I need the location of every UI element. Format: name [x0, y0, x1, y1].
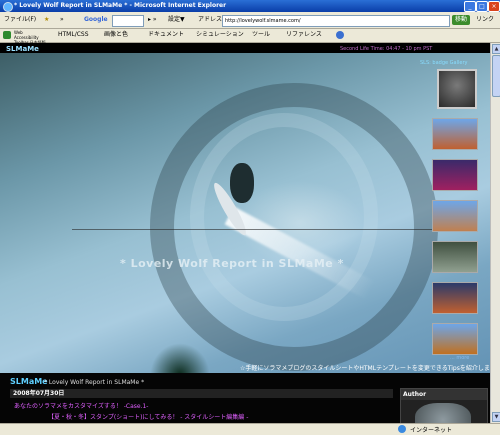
gallery-thumb-3[interactable]: [432, 159, 478, 191]
notice-text: ☆手軽にソラマメブログのスタイルシートやHTMLテンプレートを変更できるTips…: [240, 365, 490, 372]
file-menu[interactable]: ファイル(F): [4, 15, 36, 25]
entry-sub-link[interactable]: 【夏・秋・冬】スタンプ(ショート)にしてみる！ - スタイルシート編集編 -: [48, 412, 248, 421]
toolbar-item-simulation[interactable]: シミュレーション: [196, 30, 244, 40]
web-page: SLMaMe Second Life Time: 04:47 - 10 pm P…: [0, 43, 490, 423]
gallery-more-link[interactable]: ... more: [450, 355, 469, 361]
status-bar: インターネット: [0, 423, 500, 435]
entry-date: 2008年07月30日: [10, 389, 393, 398]
sl-time: Second Life Time: 04:47 - 10 pm PST: [340, 46, 433, 52]
toolbar-row-1: ファイル(F) ★ » Google ▸ » 設定▼ アドレス(D) http:…: [0, 12, 500, 29]
gallery-thumb-4[interactable]: [432, 200, 478, 232]
gallery-thumb-1[interactable]: [437, 69, 477, 109]
entry-title-link[interactable]: あなたのソラマメをカスタマイズする！ -Case.1-: [14, 401, 148, 410]
google-logo: Google: [84, 16, 108, 23]
toolbar-item-html-css[interactable]: HTML/CSS: [58, 30, 89, 40]
surfer-figure: [230, 163, 254, 203]
title-bar: * Lovely Wolf Report in SLMaMe * - Micro…: [0, 0, 500, 12]
scroll-thumb[interactable]: [492, 55, 500, 97]
minimize-button[interactable]: _: [464, 1, 476, 12]
hero-image: * Lovely Wolf Report in SLMaMe *: [0, 53, 490, 393]
star-icon[interactable]: ★: [44, 15, 49, 25]
go-button[interactable]: 移動: [452, 15, 471, 25]
globe-icon: [398, 425, 406, 433]
toolbar-chevron[interactable]: »: [60, 15, 64, 25]
links-label[interactable]: リンク: [476, 15, 494, 25]
author-heading: Author: [401, 389, 487, 400]
gallery-thumb-7[interactable]: [432, 323, 478, 355]
toolbar-item-reference[interactable]: リファレンス: [286, 30, 322, 40]
ie-small-icon[interactable]: [336, 31, 344, 39]
address-bar[interactable]: http://lovelywolf.slmame.com/: [222, 15, 450, 27]
toolbar-item-document[interactable]: ドキュメント: [148, 30, 184, 40]
toolbar-item-image-color[interactable]: 画像と色: [104, 30, 128, 40]
gallery-thumb-6[interactable]: [432, 282, 478, 314]
blog-subtitle: * Lovely Wolf Report in SLMaMe *: [44, 379, 145, 386]
author-avatar: [415, 403, 471, 423]
accessibility-icon: [3, 31, 11, 39]
gallery-thumb-5[interactable]: [432, 241, 478, 273]
address-url: http://lovelywolf.slmame.com/: [225, 18, 301, 24]
ie-icon: [3, 2, 13, 12]
author-box: Author: [400, 388, 488, 423]
vertical-scrollbar[interactable]: ▲ ▼: [490, 43, 500, 423]
gallery-title[interactable]: SLS: badge Gallery: [420, 60, 467, 66]
close-button[interactable]: ×: [488, 1, 500, 12]
scroll-up-arrow-icon[interactable]: ▲: [492, 44, 500, 54]
gallery-thumb-2[interactable]: [432, 118, 478, 150]
window-title: * Lovely Wolf Report in SLMaMe * - Micro…: [14, 2, 227, 9]
browser-window: * Lovely Wolf Report in SLMaMe * - Micro…: [0, 0, 500, 435]
blog-body: SLMaMe * Lovely Wolf Report in SLMaMe * …: [0, 373, 490, 423]
security-zone: インターネット: [410, 427, 453, 434]
gallery-thumbnails: [432, 69, 478, 364]
toolbar-item-tools[interactable]: ツール: [252, 30, 270, 40]
settings-menu[interactable]: 設定▼: [168, 15, 185, 25]
blog-name[interactable]: SLMaMe: [10, 377, 48, 386]
hero-title: * Lovely Wolf Report in SLMaMe *: [120, 257, 344, 270]
google-search-input[interactable]: [112, 15, 144, 27]
google-search-go[interactable]: ▸ »: [148, 15, 157, 25]
scroll-down-arrow-icon[interactable]: ▼: [492, 412, 500, 422]
maximize-button[interactable]: □: [476, 1, 488, 12]
hero-divider: [72, 229, 432, 230]
toolbar-row-2: Web Accessibility Toolbar 日本語版 HTML/CSS …: [0, 29, 500, 45]
blog-brand[interactable]: SLMaMe: [6, 45, 39, 53]
